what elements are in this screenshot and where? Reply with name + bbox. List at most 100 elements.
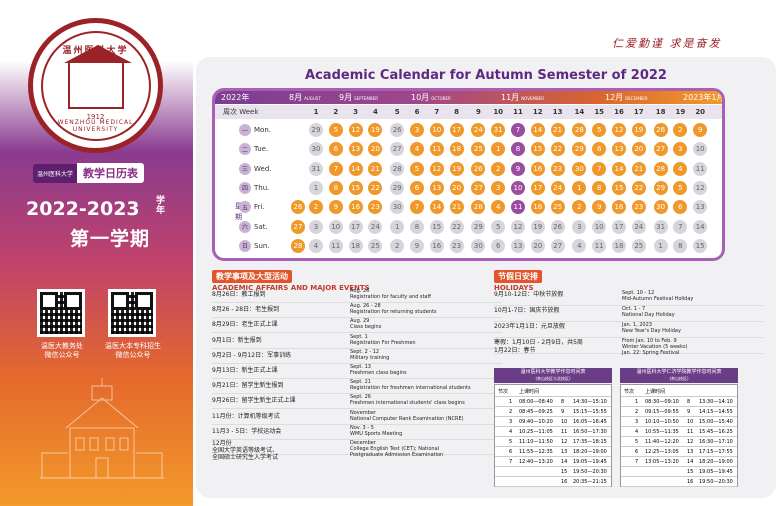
schedule-row: 7 12:40—13:20 14 19:05—19:45 — [495, 457, 611, 467]
weekday-badge-zh: 一 — [239, 124, 251, 136]
affairs-item-en-block: Sept. 26 Freshmen international students'… — [350, 394, 500, 406]
calendar-day: 2 — [673, 123, 688, 137]
week-number-row — [215, 105, 722, 119]
calendar-day: 24 — [631, 219, 646, 234]
week-number: 6 — [414, 108, 420, 116]
affairs-item: 9月1日：新生报到 Sept. 1 Registration For Freshme… — [212, 334, 502, 349]
affairs-item: 9月2日 - 9月12日：军事训练 Sept. 2 - 12 Military tr… — [212, 349, 502, 364]
holiday-item-en: Mid-Autumn Festival Holiday — [622, 296, 694, 302]
affairs-item: 8月26 - 28日：老生报到 Aug. 26 - 28 Registration … — [212, 303, 502, 319]
affairs-item-en: Class begins — [350, 324, 382, 331]
calendar-day: 18 — [530, 200, 545, 215]
affairs-item: 9月21日：留学生新生报到 Sept. 21 Registration for fr… — [212, 379, 502, 395]
calendar-day: 14 — [693, 219, 708, 234]
qr-code-academic-office[interactable] — [37, 289, 85, 337]
weekday-label-en: Tue. — [254, 145, 269, 154]
calendar-day: 26 — [653, 123, 668, 137]
calendar-day: 21 — [550, 123, 565, 137]
schedule-time: 08:00—08:40 — [519, 399, 553, 405]
calendar-day: 1 — [390, 219, 405, 234]
calendar-day: 21 — [368, 161, 383, 176]
schedule-period: 1 — [509, 399, 513, 405]
campus-building-illustration — [40, 378, 164, 479]
schedule-period-pm: 15 — [687, 469, 694, 475]
month-label-zh: 9月 — [339, 93, 353, 102]
schedule-head-time: 上课时间 — [645, 389, 666, 395]
month-label-zh: 12月 — [605, 93, 624, 102]
calendar-day: 18 — [612, 238, 626, 253]
calendar-day: 15 — [693, 238, 708, 253]
affairs-item-zh: 9月21日：留学生新生报到 — [212, 382, 284, 390]
calendar-day: 5 — [491, 219, 506, 234]
affairs-item-en-block: Nov. 3 - 5 WMU Sports Meeting — [350, 425, 500, 437]
calendar-day: 23 — [631, 200, 646, 215]
academic-year-suffix: 学年 — [156, 196, 166, 216]
week-number: 5 — [394, 108, 400, 116]
schedule-period: 1 — [635, 399, 639, 405]
qr-code-admissions[interactable] — [108, 289, 156, 337]
week-number: 14 — [574, 108, 585, 116]
calendar-day: 8 — [511, 142, 525, 157]
affairs-item-en: Registration for faculty and staff — [350, 294, 431, 300]
schedule-row: 3 09:40—10:20 10 16:05—16:45 — [495, 417, 611, 427]
schedule-period: 5 — [509, 439, 513, 445]
schedule-period-pm: 9 — [687, 409, 691, 415]
calendar-day: 29 — [471, 219, 486, 234]
calendar-day: 13 — [612, 142, 626, 157]
affairs-item-zh: 9月26日：留学生新生正式上课 — [212, 397, 296, 405]
university-seal: 温州医科大学 1912 WENZHOU MEDICAL UNIVERSITY — [28, 18, 163, 153]
holiday-item-zh: 寒假：1月10日 - 2月9日，共5周 1月22日：春节 — [494, 339, 583, 354]
schedule-head-period: 节次 — [498, 389, 509, 395]
calendar-day: 10 — [328, 219, 343, 234]
calendar-day: 15 — [612, 180, 626, 195]
affairs-item-en: Registration For Freshmen — [350, 339, 416, 346]
affairs-item: 11月3 - 5日：学校运动会 Nov. 3 - 5 WMU Sports Meet… — [212, 425, 502, 440]
calendar-day: 9 — [592, 200, 607, 215]
schedule-period-pm: 8 — [687, 399, 691, 405]
weekday-label-en: Sat. — [254, 222, 268, 231]
schedule-row: 5 11:40—12:20 12 16:30—17:10 — [621, 437, 737, 447]
affairs-item-zh: 8月26日：教工报到 — [212, 291, 266, 298]
weekday-badge-zh: 四 — [239, 181, 251, 194]
calendar-day: 27 — [291, 219, 305, 234]
calendar-day: 29 — [572, 142, 587, 157]
affairs-item-en-block: December College English Test (CET); Nati… — [350, 440, 500, 458]
schedule-time-pm: 19:50—20:30 — [573, 469, 607, 475]
holiday-item: 2023年1月1日：元旦放假 Jan. 1, 2023 New Year's Day… — [494, 322, 764, 338]
academic-year: 2022-2023 — [26, 198, 140, 220]
calendar-day: 7 — [328, 161, 343, 176]
calendar-day: 25 — [550, 200, 565, 215]
affairs-item-en-block: Aug. 26 Registration for faculty and staf… — [350, 288, 500, 300]
weekday-label: 一 Mon. — [239, 123, 279, 137]
schedule-period-pm: 10 — [687, 419, 694, 425]
seal-english-name: WENZHOU MEDICAL UNIVERSITY — [57, 118, 134, 133]
calendar-day: 27 — [390, 142, 405, 157]
holiday-item-zh: 2023年1月1日：元旦放假 — [494, 323, 565, 330]
calendar-day: 8 — [410, 219, 424, 234]
month-label: 9月 SEPTEMBER — [339, 92, 378, 103]
schedule-row: 1 08:30—09:10 8 13:30—14:10 — [621, 397, 737, 407]
weekday-badge-zh: 三 — [239, 162, 251, 175]
calendar-grid: 星期 2022年8月AUGUST9月SEPTEMBER10月OCTOBER11月… — [212, 88, 725, 261]
calendar-day: 7 — [673, 219, 688, 234]
schedule-period: 6 — [635, 449, 639, 455]
schedule-period-pm: 9 — [561, 409, 565, 415]
schedule-period: 2 — [509, 409, 513, 415]
holiday-item-en: National Day Holiday — [622, 312, 675, 318]
weekday-badge-zh: 六 — [239, 220, 251, 233]
schedule-period-pm: 14 — [561, 459, 568, 465]
schedule-time-pm: 18:20—19:00 — [573, 449, 607, 455]
calendar-day: 13 — [511, 238, 525, 253]
holiday-item-en-block: From Jan. 10 to Feb. 9 Winter Vacation (5… — [622, 338, 772, 356]
weekday-label: 五 Fri. — [239, 200, 279, 214]
calendar-day: 6 — [328, 142, 343, 157]
calendar-day: 3 — [410, 123, 424, 137]
calendar-day: 1 — [309, 180, 323, 195]
week-number: 18 — [655, 108, 666, 116]
holiday-item-zh: 10月1-7日：国庆节放假 — [494, 307, 560, 314]
month-label-en: NOVEMBER — [521, 96, 545, 101]
calendar-day: 14 — [348, 161, 363, 176]
calendar-day: 15 — [348, 180, 363, 195]
calendar-day: 29 — [309, 123, 323, 137]
calendar-day: 10 — [693, 142, 708, 157]
